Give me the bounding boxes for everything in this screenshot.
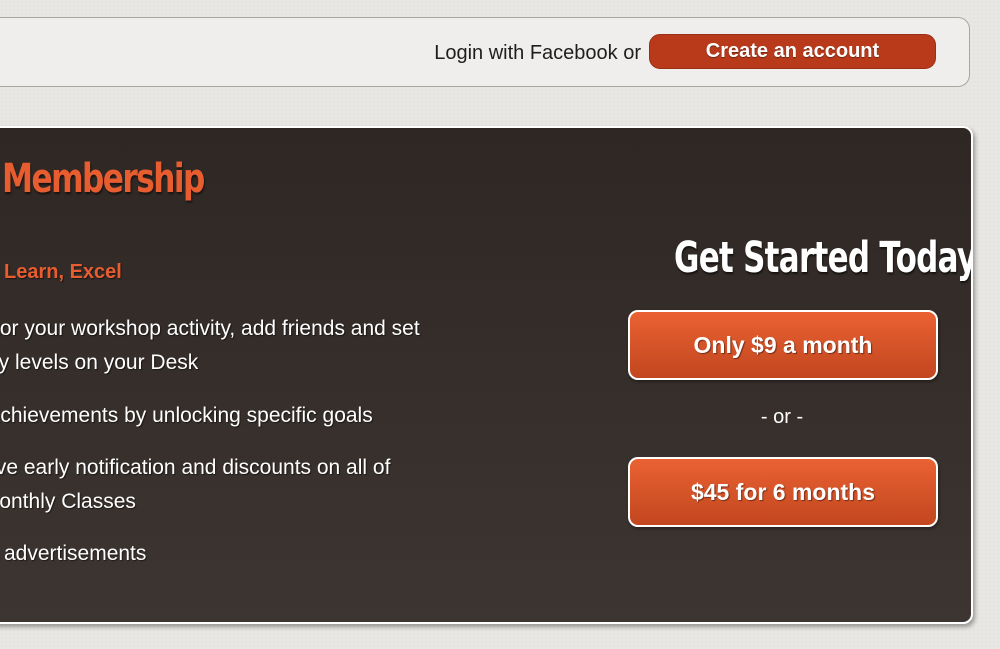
feature-item: advertisements — [4, 537, 146, 571]
create-account-button[interactable]: Create an account — [649, 34, 936, 69]
six-month-plan-button[interactable]: $45 for 6 months — [628, 457, 938, 527]
feature-item: ceive early notification and discounts o… — [0, 451, 390, 519]
feature-text: rn Achievements by unlocking specific go… — [0, 404, 373, 427]
monthly-plan-button[interactable]: Only $9 a month — [628, 310, 938, 380]
membership-subtitle: rk, Learn, Excel — [0, 261, 122, 283]
get-started-heading: Get Started Today — [674, 233, 973, 283]
membership-title: Membership — [2, 156, 205, 202]
membership-panel: Membership rk, Learn, Excel onitor your … — [0, 126, 973, 624]
feature-text: onitor your workshop activity, add frien… — [0, 317, 420, 374]
feature-item: rn Achievements by unlocking specific go… — [0, 399, 373, 433]
feature-item: onitor your workshop activity, add frien… — [0, 312, 420, 380]
feature-text: ceive early notification and discounts o… — [0, 456, 391, 513]
top-bar: Login with Facebook or Create an account — [0, 17, 970, 87]
or-separator: - or - — [760, 406, 804, 428]
login-facebook-text[interactable]: Login with Facebook or — [434, 42, 641, 65]
feature-text: advertisements — [4, 542, 147, 565]
